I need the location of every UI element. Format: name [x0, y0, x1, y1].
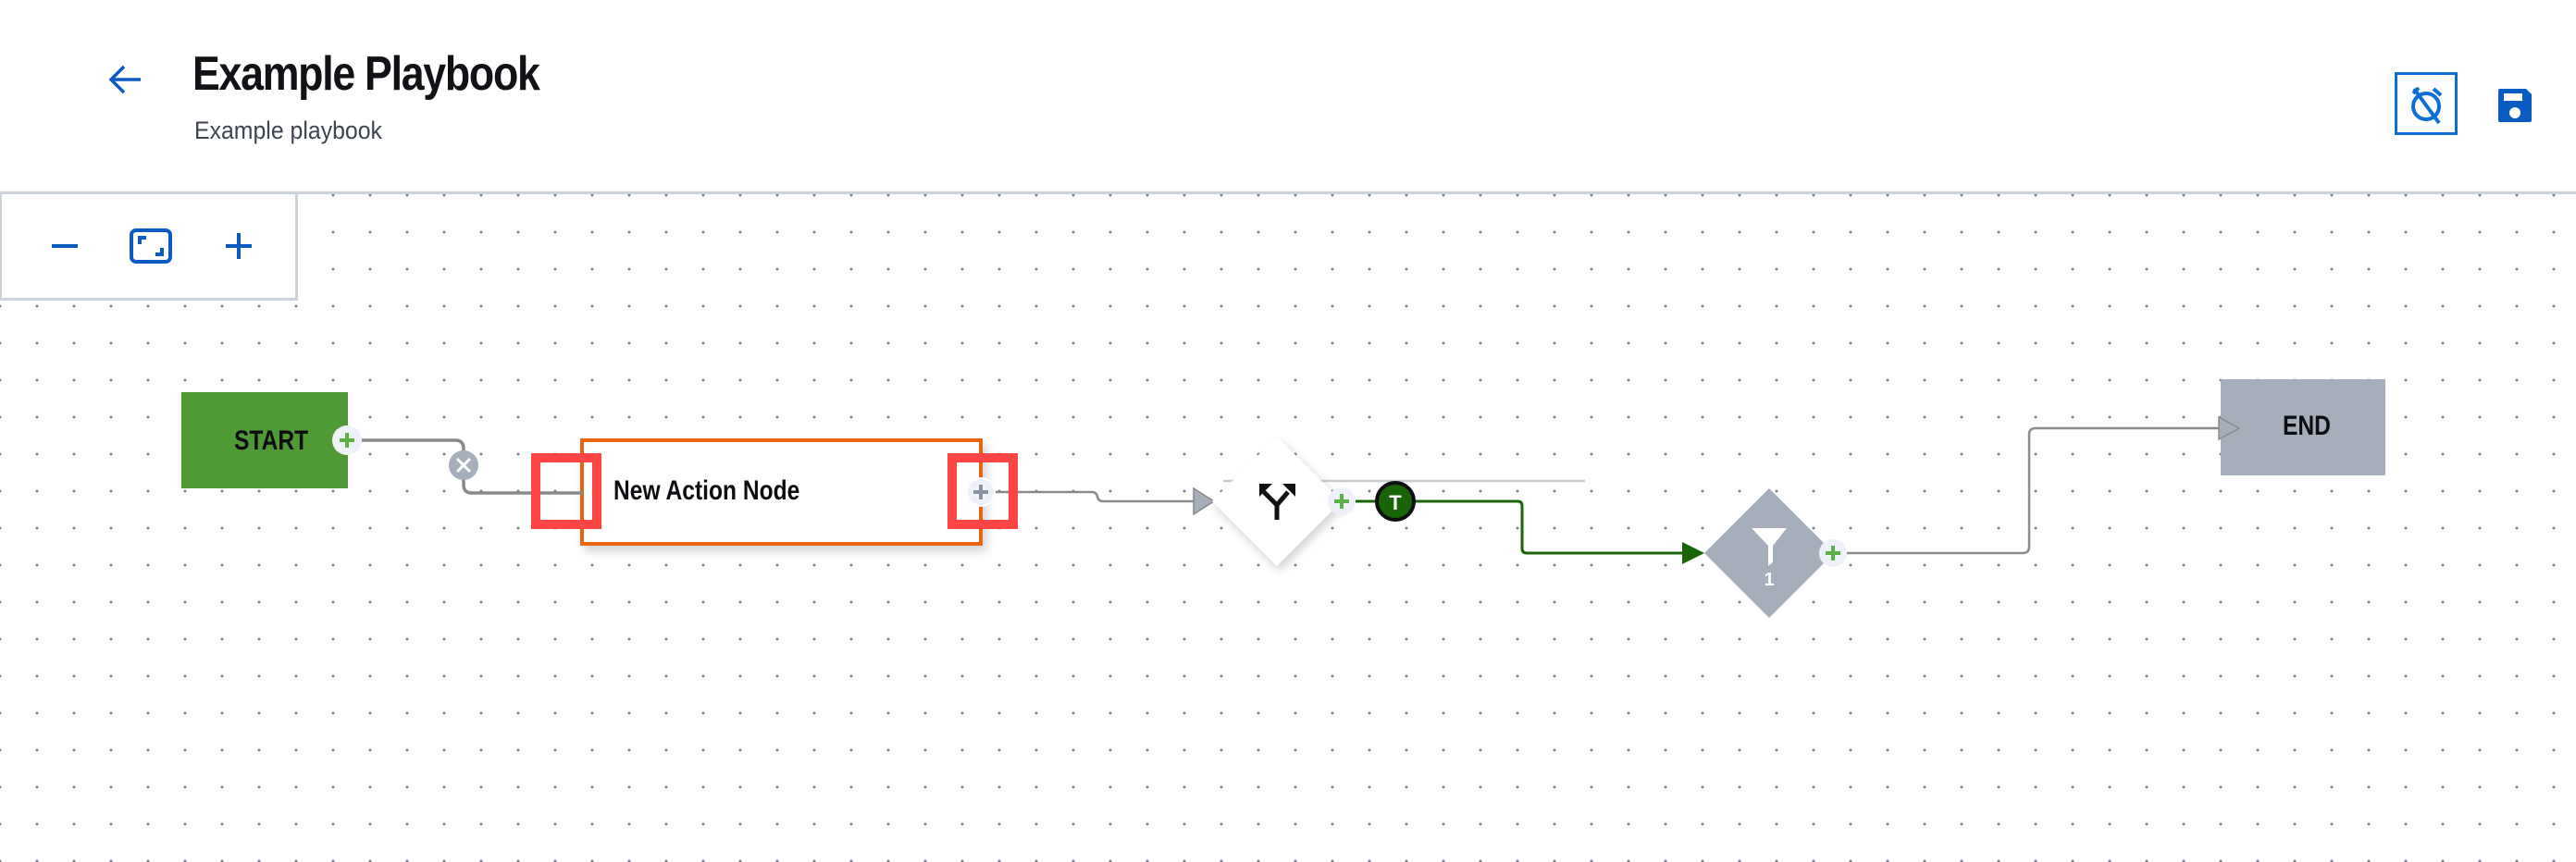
- decision-node[interactable]: [1212, 437, 1342, 566]
- add-node-handle-action[interactable]: [966, 477, 996, 507]
- add-node-handle-decision[interactable]: [1328, 487, 1356, 515]
- arrow-head-icon: [2218, 415, 2241, 441]
- filter-node[interactable]: 1: [1704, 488, 1834, 618]
- edge-filter-to-end[interactable]: [1843, 426, 2221, 555]
- arrow-head-icon: [1682, 542, 1704, 564]
- true-badge[interactable]: T: [1375, 481, 1416, 522]
- arrow-head-icon: [1193, 486, 1216, 516]
- filter-count: 1: [1764, 570, 1774, 590]
- delete-edge-button[interactable]: [449, 450, 478, 480]
- add-node-handle-filter[interactable]: [1819, 539, 1847, 567]
- flow-diagram: T 1: [332, 415, 2241, 618]
- edge-action-to-decision[interactable]: [988, 490, 1195, 503]
- true-badge-label: T: [1389, 491, 1402, 514]
- add-node-handle-start[interactable]: [332, 425, 362, 455]
